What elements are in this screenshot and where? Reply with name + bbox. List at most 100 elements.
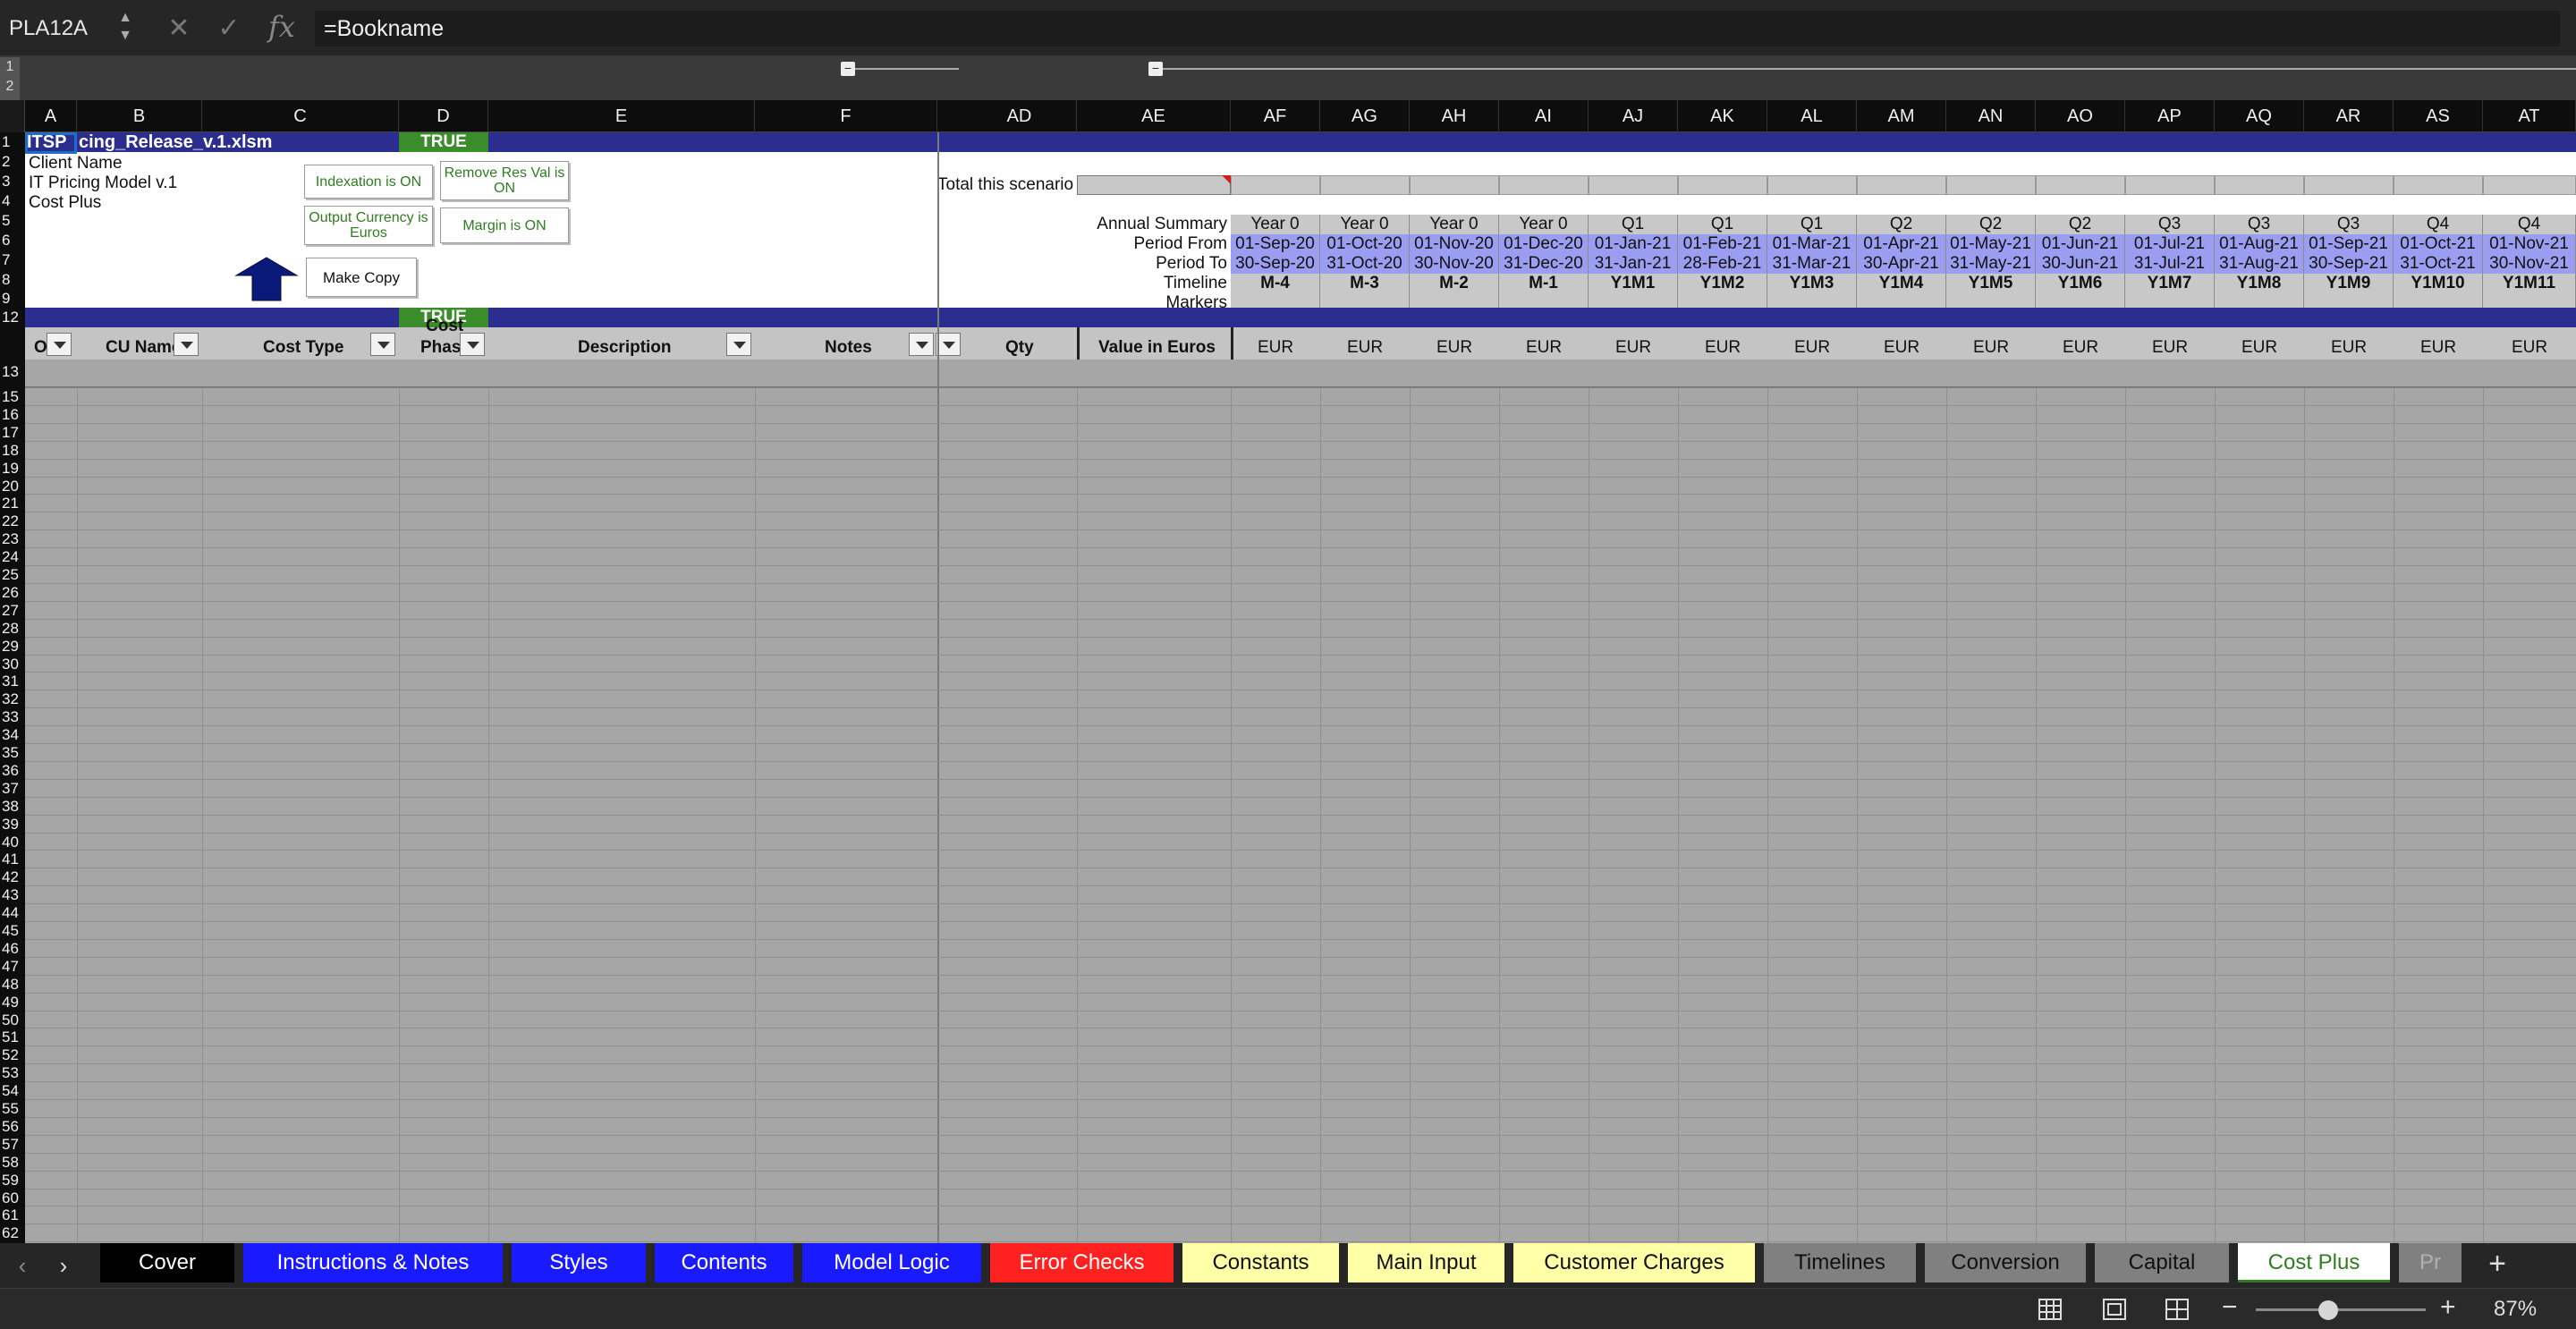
filter-dropdown-icon[interactable] xyxy=(909,333,934,356)
make-copy-button[interactable]: Make Copy xyxy=(306,258,417,297)
period-from-cell[interactable]: 01-Sep-21 xyxy=(2304,234,2394,254)
period-to-cell[interactable]: 30-Sep-20 xyxy=(1231,254,1320,274)
sheet-tab-customer-charges[interactable]: Customer Charges xyxy=(1513,1243,1755,1282)
row-header[interactable]: 52 xyxy=(0,1046,25,1064)
row-header[interactable]: 33 xyxy=(0,708,25,726)
timeline-code-cell[interactable]: Y1M7 xyxy=(2125,274,2215,293)
zoom-out-button[interactable]: − xyxy=(2222,1294,2238,1321)
confirm-formula-icon[interactable]: ✓ xyxy=(211,11,247,47)
row-header[interactable]: 42 xyxy=(0,868,25,886)
total-row-cell[interactable] xyxy=(1499,175,1589,195)
sheet-tab-model-logic[interactable]: Model Logic xyxy=(802,1243,981,1282)
period-to-cell[interactable]: 30-Jun-21 xyxy=(2036,254,2125,274)
row-header[interactable]: 59 xyxy=(0,1172,25,1189)
row-header[interactable]: 53 xyxy=(0,1064,25,1082)
column-header-am[interactable]: AM xyxy=(1857,100,1946,132)
sheet-tab-constants[interactable]: Constants xyxy=(1182,1243,1339,1282)
column-header-ah[interactable]: AH xyxy=(1410,100,1499,132)
column-header-b[interactable]: B xyxy=(77,100,202,132)
column-header-ae[interactable]: AE xyxy=(1077,100,1231,132)
row-header[interactable]: 32 xyxy=(0,690,25,708)
period-to-cell[interactable]: 30-Nov-21 xyxy=(2483,254,2576,274)
filter-dropdown-icon[interactable] xyxy=(726,333,751,356)
column-header-as[interactable]: AS xyxy=(2394,100,2483,132)
row-header[interactable]: 28 xyxy=(0,620,25,638)
timeline-code-cell[interactable]: Y1M3 xyxy=(1767,274,1857,293)
outline-collapse-icon[interactable]: − xyxy=(1148,62,1163,76)
row-header[interactable]: 45 xyxy=(0,922,25,940)
sheet-tab-cost-plus[interactable]: Cost Plus xyxy=(2238,1243,2390,1282)
filter-dropdown-icon[interactable] xyxy=(47,333,72,356)
row-header[interactable]: 58 xyxy=(0,1154,25,1172)
row-header[interactable]: 61 xyxy=(0,1206,25,1224)
timeline-code-cell[interactable]: Y1M11 xyxy=(2483,274,2576,293)
function-icon[interactable]: fx xyxy=(268,9,295,45)
sheet-tab-styles[interactable]: Styles xyxy=(512,1243,646,1282)
row-header[interactable]: 12 xyxy=(0,308,25,327)
row-header[interactable]: 7 xyxy=(0,250,25,270)
sheet-tab-capital[interactable]: Capital xyxy=(2095,1243,2229,1282)
total-row-cell[interactable] xyxy=(1320,175,1410,195)
period-from-cell[interactable]: 01-Aug-21 xyxy=(2215,234,2304,254)
row-header[interactable]: 31 xyxy=(0,673,25,690)
period-to-cell[interactable]: 31-Aug-21 xyxy=(2215,254,2304,274)
row-header[interactable]: 55 xyxy=(0,1100,25,1118)
row-header[interactable]: 4 xyxy=(0,191,25,211)
period-to-cell[interactable]: 30-Sep-21 xyxy=(2304,254,2394,274)
period-to-cell[interactable]: 31-Mar-21 xyxy=(1767,254,1857,274)
total-scenario-value[interactable] xyxy=(1077,175,1231,195)
outline-collapse-icon[interactable]: − xyxy=(841,62,855,76)
tab-scroll-left-icon[interactable]: ‹ xyxy=(9,1252,36,1279)
row-header[interactable]: 2 xyxy=(0,152,25,172)
outline-level-1[interactable]: 1 xyxy=(0,57,20,77)
row-header[interactable]: 54 xyxy=(0,1082,25,1100)
total-row-cell[interactable] xyxy=(1231,175,1320,195)
row-header[interactable]: 29 xyxy=(0,638,25,656)
column-header-aq[interactable]: AQ xyxy=(2215,100,2304,132)
column-header-c[interactable]: C xyxy=(202,100,399,132)
annual-summary-cell[interactable]: Year 0 xyxy=(1231,215,1320,234)
annual-summary-cell[interactable]: Q4 xyxy=(2394,215,2483,234)
row-header[interactable]: 34 xyxy=(0,726,25,744)
output-currency-toggle-button[interactable]: Output Currency is Euros xyxy=(304,206,433,245)
annual-summary-cell[interactable]: Year 0 xyxy=(1499,215,1589,234)
sheet-tab-timelines[interactable]: Timelines xyxy=(1764,1243,1916,1282)
row-header[interactable]: 16 xyxy=(0,406,25,424)
row-header[interactable]: 19 xyxy=(0,460,25,478)
total-row-cell[interactable] xyxy=(2394,175,2483,195)
row-header[interactable]: 1 xyxy=(0,132,25,152)
total-row-cell[interactable] xyxy=(2036,175,2125,195)
period-from-cell[interactable]: 01-Nov-21 xyxy=(2483,234,2576,254)
page-break-view-icon[interactable] xyxy=(2165,1297,2190,1322)
annual-summary-cell[interactable]: Q2 xyxy=(1857,215,1946,234)
row-header[interactable]: 46 xyxy=(0,940,25,958)
timeline-code-cell[interactable]: Y1M10 xyxy=(2394,274,2483,293)
total-row-cell[interactable] xyxy=(1857,175,1946,195)
period-from-cell[interactable]: 01-Mar-21 xyxy=(1767,234,1857,254)
row-header[interactable]: 8 xyxy=(0,270,25,290)
row-header[interactable]: 50 xyxy=(0,1012,25,1029)
timeline-code-cell[interactable]: M-1 xyxy=(1499,274,1589,293)
sheet-tab-pr[interactable]: Pr xyxy=(2399,1243,2462,1282)
sheet-tab-contents[interactable]: Contents xyxy=(655,1243,793,1282)
total-row-cell[interactable] xyxy=(2125,175,2215,195)
annual-summary-cell[interactable]: Q3 xyxy=(2125,215,2215,234)
total-row-cell[interactable] xyxy=(1946,175,2036,195)
annual-summary-cell[interactable]: Year 0 xyxy=(1410,215,1499,234)
row-header[interactable]: 60 xyxy=(0,1189,25,1207)
column-header-ar[interactable]: AR xyxy=(2304,100,2394,132)
total-row-cell[interactable] xyxy=(2304,175,2394,195)
column-header-ao[interactable]: AO xyxy=(2036,100,2125,132)
period-to-cell[interactable]: 31-Oct-20 xyxy=(1320,254,1410,274)
row-header[interactable]: 44 xyxy=(0,904,25,922)
annual-summary-cell[interactable]: Q2 xyxy=(2036,215,2125,234)
total-row-cell[interactable] xyxy=(1767,175,1857,195)
total-row-cell[interactable] xyxy=(1678,175,1767,195)
sheet-tab-conversion[interactable]: Conversion xyxy=(1925,1243,2086,1282)
row-header[interactable]: 30 xyxy=(0,656,25,673)
annual-summary-cell[interactable]: Q1 xyxy=(1678,215,1767,234)
period-to-cell[interactable]: 31-May-21 xyxy=(1946,254,2036,274)
select-all-corner[interactable] xyxy=(0,100,25,132)
annual-summary-cell[interactable]: Q3 xyxy=(2304,215,2394,234)
sheet-tab-cover[interactable]: Cover xyxy=(100,1243,234,1282)
